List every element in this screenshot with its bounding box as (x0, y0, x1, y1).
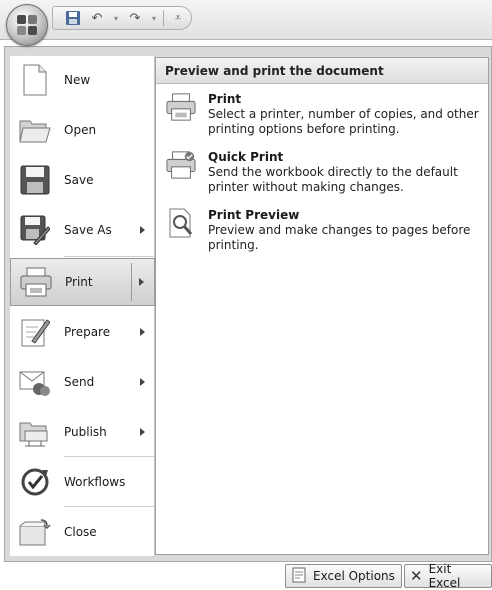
quick-print-icon (164, 150, 198, 186)
printer-icon (164, 92, 198, 128)
menu-divider (64, 456, 155, 457)
options-icon (291, 567, 307, 586)
menu-item-publish[interactable]: Publish (10, 408, 155, 456)
excel-options-button[interactable]: Excel Options (285, 564, 402, 588)
save-icon[interactable] (63, 9, 83, 27)
submenu-arrow-icon (140, 428, 145, 436)
menu-item-save[interactable]: Save (10, 156, 155, 204)
menu-item-label: Save As (64, 223, 112, 237)
new-document-icon (18, 63, 52, 97)
menu-item-label: Workflows (64, 475, 126, 489)
menu-item-workflows[interactable]: Workflows (10, 458, 155, 506)
submenu-arrow-icon (140, 378, 145, 386)
menu-item-label: Save (64, 173, 94, 187)
open-folder-icon (18, 113, 52, 147)
submenu-item-quick-print[interactable]: Quick Print Send the workbook directly t… (164, 150, 482, 195)
menu-item-save-as[interactable]: Save As (10, 206, 155, 254)
send-icon (18, 365, 52, 399)
submenu-item-title: Print Preview (208, 208, 300, 222)
submenu-arrow-icon (139, 278, 144, 286)
submenu-item-description: Select a printer, number of copies, and … (208, 107, 479, 136)
close-icon: ✕ (410, 566, 423, 585)
toolbar-divider (163, 10, 164, 26)
undo-icon[interactable]: ↶ (87, 9, 107, 27)
publish-icon (18, 415, 52, 449)
exit-excel-label: Exit Excel (428, 562, 461, 590)
submenu-pane: Preview and print the document Print Sel… (155, 57, 489, 555)
undo-dropdown-icon[interactable]: ▾ (111, 9, 121, 27)
office-logo-icon (17, 15, 37, 35)
save-icon (18, 163, 52, 197)
menu-item-label: Publish (64, 425, 107, 439)
submenu-item-title: Quick Print (208, 150, 284, 164)
submenu-item-print-preview[interactable]: Print Preview Preview and make changes t… (164, 208, 482, 253)
exit-excel-button[interactable]: ✕ Exit Excel (404, 562, 492, 590)
menu-item-label: Send (64, 375, 95, 389)
menu-item-label: Prepare (64, 325, 111, 339)
redo-dropdown-icon[interactable]: ▾ (149, 9, 159, 27)
menu-item-open[interactable]: Open (10, 106, 155, 154)
save-as-icon (18, 213, 52, 247)
submenu-item-description: Preview and make changes to pages before… (208, 223, 471, 252)
split-divider (131, 263, 132, 301)
menu-item-send[interactable]: Send (10, 358, 155, 406)
redo-icon[interactable]: ↷ (125, 9, 145, 27)
office-button[interactable] (6, 4, 48, 46)
submenu-arrow-icon (140, 328, 145, 336)
menu-item-new[interactable]: New (10, 56, 155, 104)
menu-item-label: New (64, 73, 91, 87)
menu-item-label: Close (64, 525, 97, 539)
submenu-item-title: Print (208, 92, 242, 106)
menu-left-pane: New Open Save Save As Print Prepare Send… (10, 56, 155, 556)
submenu-arrow-icon (140, 226, 145, 234)
menu-item-label: Open (64, 123, 97, 137)
submenu-item-print[interactable]: Print Select a printer, number of copies… (164, 92, 482, 137)
workflows-icon (18, 465, 52, 499)
prepare-icon (18, 315, 52, 349)
excel-options-label: Excel Options (313, 569, 395, 583)
menu-item-close[interactable]: Close (10, 508, 155, 556)
submenu-item-description: Send the workbook directly to the defaul… (208, 165, 458, 194)
customize-icon[interactable]: ⩡ (168, 9, 188, 27)
menu-item-prepare[interactable]: Prepare (10, 308, 155, 356)
submenu-header: Preview and print the document (156, 58, 488, 84)
menu-divider (64, 506, 155, 507)
menu-divider (64, 256, 155, 257)
close-folder-icon (18, 515, 52, 549)
menu-item-print[interactable]: Print (10, 258, 155, 306)
quick-access-toolbar: ↶ ▾ ↷ ▾ ⩡ (52, 6, 192, 30)
print-preview-icon (164, 208, 198, 244)
menu-item-label: Print (65, 275, 93, 289)
printer-icon (19, 265, 53, 299)
